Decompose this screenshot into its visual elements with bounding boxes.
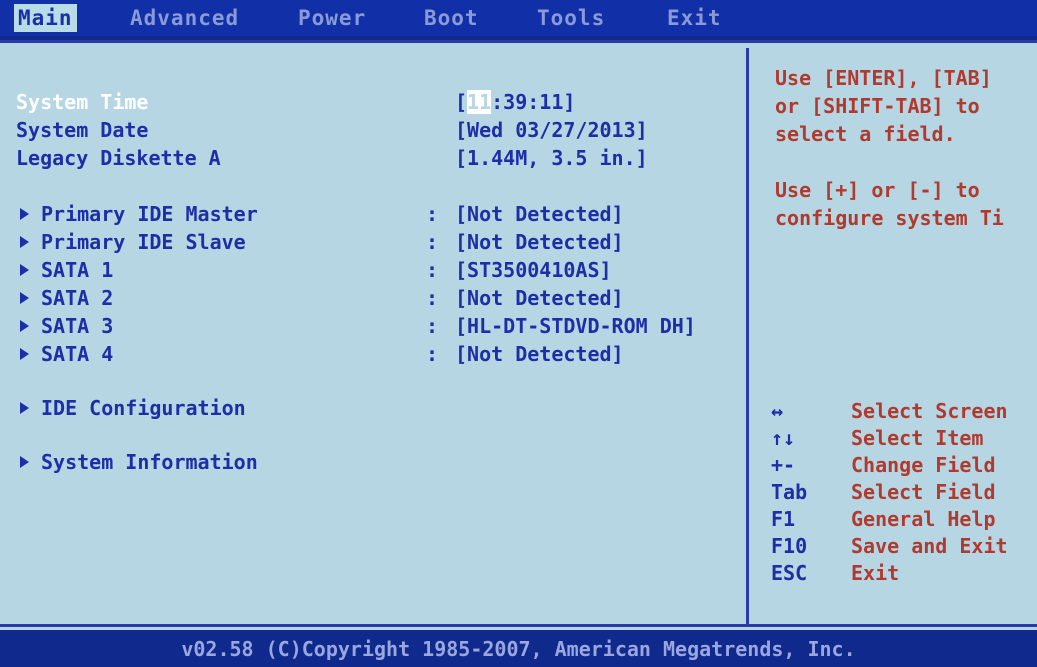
submenu-arrow-icon [20,319,29,332]
device-value: [Not Detected] [455,230,624,254]
tab-main[interactable]: Main [14,4,77,32]
tab-power[interactable]: Power [294,4,370,32]
help-text-navigation: Use [ENTER], [TAB] or [SHIFT-TAB] to sel… [775,64,992,148]
system-time-bracket: [ [455,90,468,114]
f1-key: F1 [771,507,796,531]
device-item-sata-2[interactable]: SATA 2 [20,285,113,311]
device-item-primary-ide-master[interactable]: Primary IDE Master [20,201,258,227]
tab-boot[interactable]: Boot [420,4,483,32]
key-legend-row: ↔ Select Screen [771,398,1008,425]
submenu-arrow-icon [20,455,29,468]
key-legend-row: ↑↓ Select Item [771,425,1008,452]
help-line: configure system Ti [775,206,1004,230]
system-date-label: System Date [16,118,149,142]
key-desc: Save and Exit [851,534,1008,558]
device-value: [Not Detected] [455,342,624,366]
device-colon: : [426,342,439,366]
system-time-rest: :39:11] [491,90,576,114]
device-colon: : [426,202,439,226]
key-desc: Change Field [851,453,996,477]
panel-divider [746,48,749,624]
key-legend-row: ESC Exit [771,560,1008,587]
ide-configuration-item[interactable]: IDE Configuration [20,395,246,421]
diskette-row[interactable]: Legacy Diskette A [16,145,221,171]
submenu-arrow-icon [20,401,29,414]
up-down-arrow-icon: ↑↓ [771,426,796,450]
system-time-hour[interactable]: 11 [467,90,492,114]
help-line: select a field. [775,122,956,146]
device-item-primary-ide-slave[interactable]: Primary IDE Slave [20,229,246,255]
key-legend: ↔ Select Screen ↑↓ Select Item +- Change Fi… [771,398,1008,587]
system-time-row[interactable]: System Time [16,89,148,115]
submenu-arrow-icon [20,263,29,276]
system-time-value[interactable]: [11:39:11] [455,89,575,115]
ide-configuration-label: IDE Configuration [41,396,246,420]
key-legend-row: F10 Save and Exit [771,533,1008,560]
panel-border-bottom [0,624,1037,627]
device-label: SATA 2 [41,286,114,310]
device-label: SATA 4 [41,342,114,366]
key-legend-row: F1 General Help [771,506,1008,533]
diskette-value[interactable]: [1.44M, 3.5 in.] [455,145,648,171]
plus-minus-key: +- [771,453,796,477]
device-colon: : [426,286,439,310]
panel-border-top [0,40,1037,43]
device-colon: : [426,314,439,338]
f10-key: F10 [771,534,808,558]
esc-key: ESC [771,561,808,585]
system-date-row[interactable]: System Date [16,117,148,143]
help-line: Use [+] or [-] to [775,178,980,202]
tab-advanced[interactable]: Advanced [126,4,243,32]
key-desc: General Help [851,507,996,531]
device-item-sata-4[interactable]: SATA 4 [20,341,113,367]
help-line: Use [ENTER], [TAB] [775,66,992,90]
tab-tools[interactable]: Tools [533,4,609,32]
tab-key: Tab [771,480,808,504]
device-label: Primary IDE Slave [41,230,246,254]
device-item-sata-1[interactable]: SATA 1 [20,257,113,283]
device-colon: : [426,258,439,282]
key-legend-row: +- Change Field [771,452,1008,479]
device-value: [HL-DT-STDVD-ROM DH] [455,314,696,338]
diskette-label: Legacy Diskette A [16,146,221,170]
menu-bar: Main Advanced Power Boot Tools Exit [0,0,1037,36]
system-date-value[interactable]: [Wed 03/27/2013] [455,117,648,143]
key-desc: Select Item [851,426,984,450]
device-value: [ST3500410AS] [455,258,612,282]
submenu-arrow-icon [20,291,29,304]
key-desc: Exit [851,561,900,585]
submenu-arrow-icon [20,347,29,360]
device-label: SATA 3 [41,314,114,338]
help-text-configure: Use [+] or [-] to configure system Ti [775,176,1004,232]
device-colon: : [426,230,439,254]
system-time-label: System Time [16,90,149,114]
key-desc: Select Screen [851,399,1008,423]
submenu-arrow-icon [20,207,29,220]
system-information-item[interactable]: System Information [20,449,258,475]
help-line: or [SHIFT-TAB] to [775,94,980,118]
copyright-footer: v02.58 (C)Copyright 1985-2007, American … [0,631,1037,663]
key-desc: Select Field [851,480,996,504]
tab-exit[interactable]: Exit [663,4,726,32]
device-label: Primary IDE Master [41,202,258,226]
device-value: [Not Detected] [455,286,624,310]
device-value: [Not Detected] [455,202,624,226]
key-legend-row: Tab Select Field [771,479,1008,506]
submenu-arrow-icon [20,235,29,248]
system-information-label: System Information [41,450,258,474]
left-right-arrow-icon: ↔ [771,399,784,423]
device-item-sata-3[interactable]: SATA 3 [20,313,113,339]
device-label: SATA 1 [41,258,114,282]
